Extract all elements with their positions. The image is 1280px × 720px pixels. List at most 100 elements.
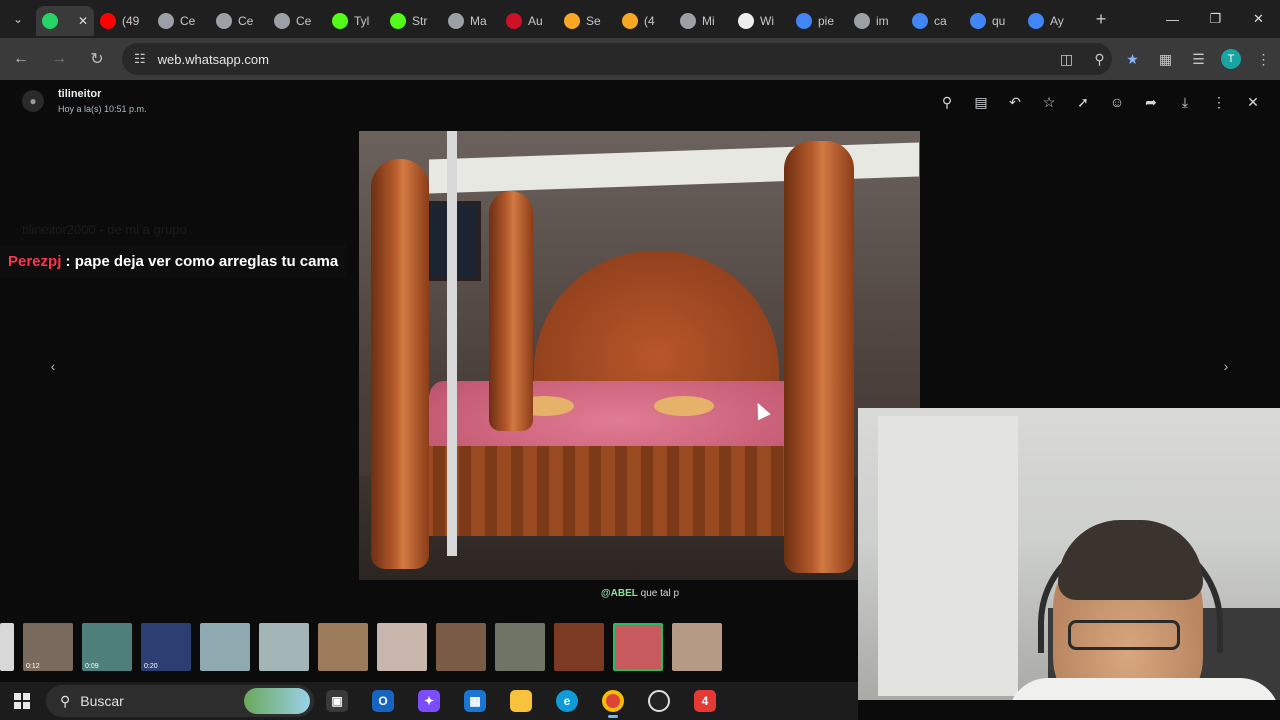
photo-bed-post [489,191,533,431]
app-four-icon[interactable]: 4 [682,682,728,720]
reload-icon[interactable]: ↻ [80,42,114,76]
browser-tab-bar: ⌄ ✕ (49 Ce Ce Ce Tyl Str Ma Au Se (4 Mi Wi pie im ca qu A… [0,0,1280,38]
browser-tab[interactable]: Se [558,6,616,36]
windows-taskbar: ⚲ Buscar ▣ O ✦ ▩ e 4 [0,682,858,720]
caption-text: que tal p [637,588,680,599]
browser-tab[interactable]: Ay [1022,6,1080,36]
extensions-icon[interactable]: ▦ [1149,51,1182,68]
whatsapp-icon [42,13,58,29]
forward-icon[interactable]: → [42,42,76,76]
media-thumbnail[interactable] [436,623,486,671]
webcam-overlay [858,408,1280,700]
browser-tab[interactable]: im [848,6,906,36]
google-icon [1028,13,1044,29]
task-view-icon[interactable]: ▣ [314,682,360,720]
browser-tab[interactable]: ✕ [36,6,94,36]
tab-search-chevron-icon[interactable]: ⌄ [0,0,36,38]
media-thumbnail[interactable] [613,623,663,671]
bookmark-star-icon[interactable]: ★ [1116,51,1149,68]
browser-tab[interactable]: Tyl [326,6,384,36]
browser-tab[interactable]: Ma [442,6,500,36]
file-explorer-icon[interactable] [498,682,544,720]
browser-tab[interactable]: Mi [674,6,732,36]
minimize-icon[interactable]: — [1151,0,1194,38]
browser-tab[interactable]: Ce [268,6,326,36]
previous-media-icon[interactable]: ‹ [41,354,65,378]
browser-tab[interactable]: Au [500,6,558,36]
download-icon[interactable]: ⤓ [1168,90,1202,114]
start-button[interactable] [0,693,44,709]
close-window-icon[interactable]: ✕ [1237,0,1280,38]
media-control-icon[interactable]: ☰ [1182,51,1215,68]
chrome-icon[interactable] [590,682,636,720]
browser-tab[interactable]: qu [964,6,1022,36]
photo-footboard [419,446,799,536]
media-thumbnail[interactable] [495,623,545,671]
browser-menu-icon[interactable]: ⋮ [1247,51,1280,68]
browser-tab[interactable]: Str [384,6,442,36]
chat-username: Perezpj [8,252,62,270]
back-icon[interactable]: ← [4,42,38,76]
forward-icon[interactable]: ➦ [1134,90,1168,114]
google-icon [912,13,928,29]
react-emoji-icon[interactable]: ☺ [1100,90,1134,114]
browser-tab-label: Ce [238,14,254,28]
browser-tab[interactable]: ca [906,6,964,36]
globe-icon [216,13,232,29]
restore-icon[interactable]: ❐ [1194,0,1237,38]
browser-tab[interactable]: (49 [94,6,152,36]
reply-icon[interactable]: ↶ [998,90,1032,114]
taskbar-search[interactable]: ⚲ Buscar [46,685,314,717]
media-thumbnail[interactable] [259,623,309,671]
go-to-message-icon[interactable]: ▤ [964,90,998,114]
edge-icon[interactable]: e [544,682,590,720]
outlook-icon[interactable]: O [360,682,406,720]
star-icon[interactable]: ☆ [1032,90,1066,114]
media-thumbnail[interactable]: 0:12 [23,623,73,671]
media-thumbnail[interactable] [554,623,604,671]
sender-name: tilineitor [58,88,102,100]
browser-tab[interactable]: (4 [616,6,674,36]
address-bar[interactable]: ☷ web.whatsapp.com [122,43,1112,75]
obs-icon[interactable] [636,682,682,720]
zoom-in-icon[interactable]: ⚲ [930,90,964,114]
globe-icon [448,13,464,29]
browser-tab-label: (4 [644,14,655,28]
more-options-icon[interactable]: ⋮ [1202,90,1236,114]
new-tab-button[interactable]: + [1086,9,1116,30]
sender-avatar-icon[interactable]: ● [22,90,44,112]
photo-pillow [654,396,714,416]
profile-avatar[interactable]: T [1221,49,1241,69]
browser-tab[interactable]: pie [790,6,848,36]
media-thumbnail[interactable] [377,623,427,671]
store-icon[interactable]: ▩ [452,682,498,720]
caption-mention[interactable]: @ABEL [601,588,638,599]
displayed-photo[interactable] [359,131,920,580]
media-thumbnail[interactable] [318,623,368,671]
copilot-icon[interactable]: ✦ [406,682,452,720]
close-viewer-icon[interactable]: ✕ [1236,90,1270,114]
media-thumbnail[interactable] [200,623,250,671]
browser-tab[interactable]: Wi [732,6,790,36]
next-media-icon[interactable]: › [1214,354,1238,378]
windows-logo-icon [14,693,30,709]
media-thumbnail[interactable] [672,623,722,671]
browser-tab[interactable]: Ce [210,6,268,36]
globe-icon [854,13,870,29]
media-thumbnail[interactable]: 0:20 [141,623,191,671]
kick-icon [332,13,348,29]
site-settings-icon[interactable]: ☷ [134,51,146,67]
browser-tab-label: Ce [180,14,196,28]
pin-icon[interactable]: ➚ [1066,90,1100,114]
install-app-icon[interactable]: ◫ [1050,51,1083,68]
media-thumbnail[interactable] [0,623,14,671]
thumbnail-duration: 0:09 [85,663,99,670]
browser-tab-label: qu [992,14,1006,28]
google-icon [970,13,986,29]
media-thumbnail[interactable]: 0:09 [82,623,132,671]
browser-tab[interactable]: Ce [152,6,210,36]
youtube-icon [100,13,116,29]
zoom-icon[interactable]: ⚲ [1083,51,1116,68]
browser-tab-label: (49 [122,14,140,28]
close-tab-icon[interactable]: ✕ [78,14,88,28]
